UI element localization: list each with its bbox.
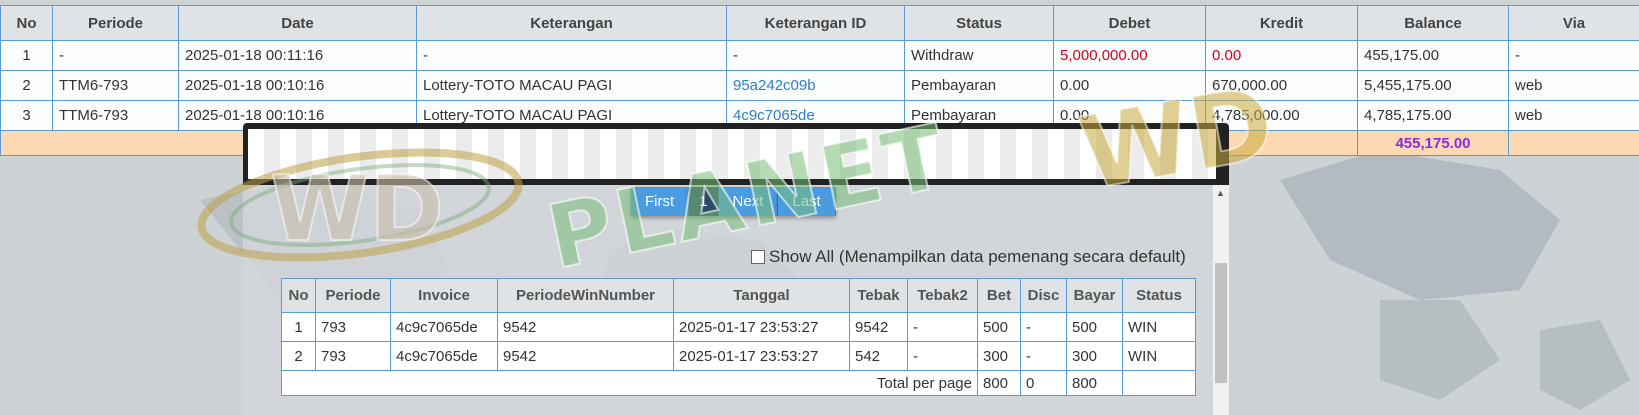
- cell-win-number: 9542: [497, 312, 674, 342]
- table-row: 2 793 4c9c7065de 9542 2025-01-17 23:53:2…: [281, 341, 1196, 371]
- modal-header: [243, 123, 1229, 185]
- cell-periode: -: [52, 40, 179, 71]
- last-page-button[interactable]: Last: [778, 187, 836, 216]
- cell-balance: 455,175.00: [1357, 40, 1509, 71]
- transaction-table-header: No Periode Date Keterangan Keterangan ID…: [0, 5, 1639, 41]
- total-disc: 0: [1020, 370, 1067, 396]
- cell-tanggal: 2025-01-17 23:53:27: [673, 312, 850, 342]
- win-col-tebak: Tebak: [849, 278, 908, 313]
- scroll-up-arrow-icon[interactable]: ▲: [1216, 188, 1225, 198]
- next-page-button[interactable]: Next: [718, 187, 779, 216]
- cell-bet: 300: [977, 341, 1021, 371]
- win-col-disc: Disc: [1020, 278, 1067, 313]
- cell-balance: 4,785,175.00: [1357, 100, 1509, 131]
- cell-invoice: 4c9c7065de: [390, 341, 498, 371]
- cell-no: 1: [0, 40, 53, 71]
- cell-keterangan-id: -: [726, 40, 905, 71]
- table-row: 1 - 2025-01-18 00:11:16 - - Withdraw 5,0…: [0, 40, 1639, 71]
- win-col-tebak2: Tebak2: [907, 278, 978, 313]
- cell-periode: TTM6-793: [52, 100, 179, 131]
- cell-via: web: [1508, 70, 1639, 101]
- col-header-keterangan: Keterangan: [416, 5, 727, 41]
- cell-kredit: 0.00: [1205, 40, 1358, 71]
- show-all-checkbox[interactable]: [751, 250, 765, 264]
- cell-status: WIN: [1122, 312, 1196, 342]
- win-col-invoice: Invoice: [390, 278, 498, 313]
- table-row: 2 TTM6-793 2025-01-18 00:10:16 Lottery-T…: [0, 70, 1639, 101]
- show-all-toggle[interactable]: Show All (Menampilkan data pemenang seca…: [751, 247, 1186, 267]
- cell-no: 2: [0, 70, 53, 101]
- win-table: No Periode Invoice PeriodeWinNumber Tang…: [281, 278, 1196, 396]
- col-header-keterangan-id: Keterangan ID: [726, 5, 905, 41]
- cell-date: 2025-01-18 00:11:16: [178, 40, 417, 71]
- total-row-empty: [1508, 130, 1639, 156]
- total-status-empty: [1122, 370, 1196, 396]
- pagination: First 1 Next Last: [631, 187, 836, 216]
- cell-via: web: [1508, 100, 1639, 131]
- cell-kredit: 670,000.00: [1205, 70, 1358, 101]
- col-header-via: Via: [1508, 5, 1639, 41]
- col-header-status: Status: [904, 5, 1054, 41]
- keterangan-id-link[interactable]: 95a242c09b: [726, 70, 905, 101]
- win-col-status: Status: [1122, 278, 1196, 313]
- total-bayar: 800: [1066, 370, 1123, 396]
- cell-via: -: [1508, 40, 1639, 71]
- cell-win-number: 9542: [497, 341, 674, 371]
- win-col-tanggal: Tanggal: [673, 278, 850, 313]
- modal-header-banner: [248, 129, 1216, 179]
- cell-no: 1: [281, 312, 316, 342]
- col-header-balance: Balance: [1357, 5, 1509, 41]
- show-all-label: Show All (Menampilkan data pemenang seca…: [769, 247, 1186, 266]
- table-row: 1 793 4c9c7065de 9542 2025-01-17 23:53:2…: [281, 312, 1196, 342]
- cell-status: Pembayaran: [904, 70, 1054, 101]
- cell-bayar: 500: [1066, 312, 1123, 342]
- cell-keterangan: -: [416, 40, 727, 71]
- cell-tanggal: 2025-01-17 23:53:27: [673, 341, 850, 371]
- cell-tebak: 542: [849, 341, 908, 371]
- cell-no: 3: [0, 100, 53, 131]
- col-header-periode: Periode: [52, 5, 179, 41]
- cell-bayar: 300: [1066, 341, 1123, 371]
- cell-keterangan: Lottery-TOTO MACAU PAGI: [416, 70, 727, 101]
- cell-debet: 0.00: [1053, 70, 1206, 101]
- win-col-bet: Bet: [977, 278, 1021, 313]
- cell-tebak2: -: [907, 341, 978, 371]
- first-page-button[interactable]: First: [631, 187, 690, 216]
- total-per-page-label: Total per page: [281, 370, 978, 396]
- scroll-thumb[interactable]: [1215, 263, 1227, 383]
- cell-disc: -: [1020, 341, 1067, 371]
- total-bet: 800: [977, 370, 1021, 396]
- win-col-periode: Periode: [315, 278, 391, 313]
- col-header-no: No: [0, 5, 53, 41]
- col-header-kredit: Kredit: [1205, 5, 1358, 41]
- win-col-periode-win-number: PeriodeWinNumber: [497, 278, 674, 313]
- col-header-debet: Debet: [1053, 5, 1206, 41]
- cell-date: 2025-01-18 00:10:16: [178, 70, 417, 101]
- cell-debet: 5,000,000.00: [1053, 40, 1206, 71]
- cell-tebak: 9542: [849, 312, 908, 342]
- win-col-bayar: Bayar: [1066, 278, 1123, 313]
- cell-invoice: 4c9c7065de: [390, 312, 498, 342]
- cell-status: Withdraw: [904, 40, 1054, 71]
- modal-scrollbar[interactable]: ▲: [1213, 185, 1229, 415]
- win-total-row: Total per page 800 0 800: [281, 370, 1196, 396]
- cell-tebak2: -: [907, 312, 978, 342]
- cell-periode: 793: [315, 312, 391, 342]
- cell-disc: -: [1020, 312, 1067, 342]
- cell-bet: 500: [977, 312, 1021, 342]
- cell-periode: TTM6-793: [52, 70, 179, 101]
- cell-status: WIN: [1122, 341, 1196, 371]
- cell-periode: 793: [315, 341, 391, 371]
- page-1-button[interactable]: 1: [689, 187, 719, 216]
- col-header-date: Date: [178, 5, 417, 41]
- total-balance: 455,175.00: [1357, 130, 1509, 156]
- win-table-header: No Periode Invoice PeriodeWinNumber Tang…: [281, 278, 1196, 313]
- cell-balance: 5,455,175.00: [1357, 70, 1509, 101]
- win-col-no: No: [281, 278, 316, 313]
- cell-no: 2: [281, 341, 316, 371]
- win-detail-modal: First 1 Next Last Show All (Menampilkan …: [243, 123, 1229, 415]
